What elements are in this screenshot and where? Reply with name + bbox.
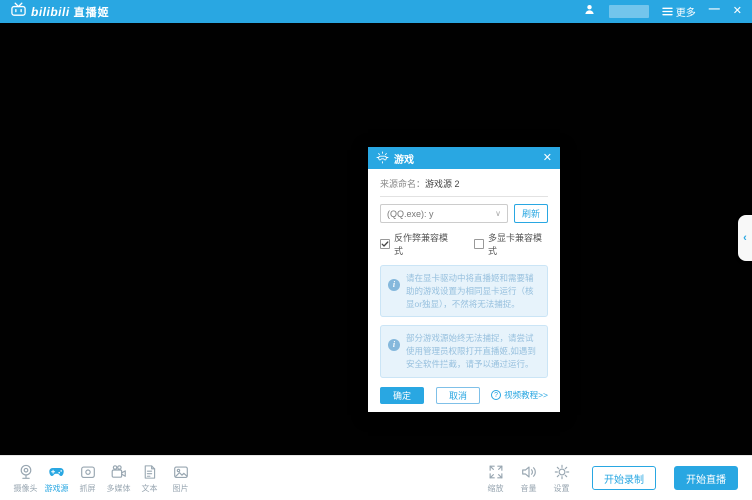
help-circle-icon: ? [491,390,501,400]
multigpu-compat-label: 多显卡兼容模式 [488,231,548,257]
checkbox-unchecked-icon [474,239,484,249]
gear-icon [553,463,571,481]
source-game-label: 游戏源 [45,483,69,494]
zoom-control-label: 缩放 [488,483,504,494]
settings-control[interactable]: 设置 [545,463,578,494]
source-camera-label: 摄像头 [14,483,38,494]
webcam-icon [17,463,35,481]
right-controls: 缩放 音量 设置 [479,463,578,494]
game-glow-icon [376,151,389,166]
bilibili-tv-icon [10,2,27,21]
app-title: 直播姬 [74,4,110,20]
source-screen-capture-label: 抓屏 [80,483,96,494]
process-select[interactable]: (QQ.exe): y ∨ [380,204,508,223]
anticheat-compat-label: 反作弊兼容模式 [394,231,454,257]
app-window: bilibili 直播姬 更多 — ✕ ‹ [0,0,752,500]
dialog-close-icon[interactable]: ✕ [543,153,552,164]
dialog-footer: 确定 取消 ? 视频教程>> [380,387,548,404]
start-live-button[interactable]: 开始直播 [674,466,738,490]
app-name: bilibili [31,5,70,19]
source-image-label: 图片 [173,483,189,494]
dialog-header: 游戏 ✕ [368,147,560,169]
chevron-left-icon: ‹ [743,232,747,244]
game-source-dialog: 游戏 ✕ 来源命名： (QQ.exe): y ∨ 刷新 [368,147,560,412]
source-media[interactable]: 多媒体 [103,463,134,494]
username-field[interactable] [609,5,649,18]
titlebar: bilibili 直播姬 更多 — ✕ [0,0,752,23]
media-icon [109,463,128,481]
checkbox-checked-icon [380,239,390,249]
refresh-button[interactable]: 刷新 [514,204,548,223]
source-text[interactable]: 文本 [134,463,165,494]
source-name-label: 来源命名： [380,177,425,190]
app-logo: bilibili 直播姬 [10,2,110,21]
source-game[interactable]: 游戏源 [41,463,72,494]
start-record-button[interactable]: 开始录制 [592,466,656,490]
more-menu[interactable]: 更多 [662,4,696,19]
process-select-row: (QQ.exe): y ∨ 刷新 [380,204,548,223]
text-icon [141,463,158,481]
source-media-label: 多媒体 [107,483,131,494]
source-camera[interactable]: 摄像头 [10,463,41,494]
volume-icon [520,463,538,481]
preview-stage: ‹ 游戏 ✕ 来源命名： [0,23,752,455]
source-name-input[interactable] [425,179,525,189]
bottom-toolbar: 摄像头 游戏源 抓屏 多媒体 [0,455,752,500]
video-tutorial-link[interactable]: ? 视频教程>> [491,389,548,401]
admin-permission-notice-text: 部分游戏源始终无法捕捉，请尝试使用管理员权限打开直播姬,如遇到安全软件拦截，请予… [406,332,540,370]
volume-control-label: 音量 [521,483,537,494]
ok-button[interactable]: 确定 [380,387,424,404]
source-screen-capture[interactable]: 抓屏 [72,463,103,494]
user-icon[interactable] [583,3,596,21]
gpu-driver-notice: i 请在显卡驱动中将直播姬和需要辅助的游戏设置为相同显卡运行（核显or独显），不… [380,265,548,317]
gamepad-icon [47,463,66,481]
video-tutorial-label: 视频教程>> [504,389,548,401]
dialog-body: 来源命名： (QQ.exe): y ∨ 刷新 [368,169,560,412]
source-name-row: 来源命名： [380,177,548,197]
source-text-label: 文本 [142,483,158,494]
image-icon [172,463,190,481]
hamburger-icon [662,7,673,16]
source-image[interactable]: 图片 [165,463,196,494]
volume-control[interactable]: 音量 [512,463,545,494]
zoom-arrows-icon [487,463,505,481]
info-icon: i [388,279,400,291]
anticheat-compat-checkbox[interactable]: 反作弊兼容模式 [380,231,454,257]
titlebar-controls: 更多 — ✕ [583,3,742,21]
zoom-control[interactable]: 缩放 [479,463,512,494]
compat-options-row: 反作弊兼容模式 多显卡兼容模式 [380,231,548,257]
minimize-button[interactable]: — [709,4,720,15]
close-button[interactable]: ✕ [733,6,742,17]
info-icon: i [388,339,400,351]
multigpu-compat-checkbox[interactable]: 多显卡兼容模式 [474,231,548,257]
dialog-title: 游戏 [394,151,414,166]
cancel-button[interactable]: 取消 [436,387,480,404]
screen-capture-icon [79,463,97,481]
chevron-down-icon: ∨ [495,209,501,218]
gpu-driver-notice-text: 请在显卡驱动中将直播姬和需要辅助的游戏设置为相同显卡运行（核显or独显），不然将… [406,272,540,310]
more-label: 更多 [676,4,696,19]
panel-expand-handle[interactable]: ‹ [738,215,752,261]
process-select-value: (QQ.exe): y [387,209,434,219]
admin-permission-notice: i 部分游戏源始终无法捕捉，请尝试使用管理员权限打开直播姬,如遇到安全软件拦截，… [380,325,548,377]
settings-control-label: 设置 [554,483,570,494]
